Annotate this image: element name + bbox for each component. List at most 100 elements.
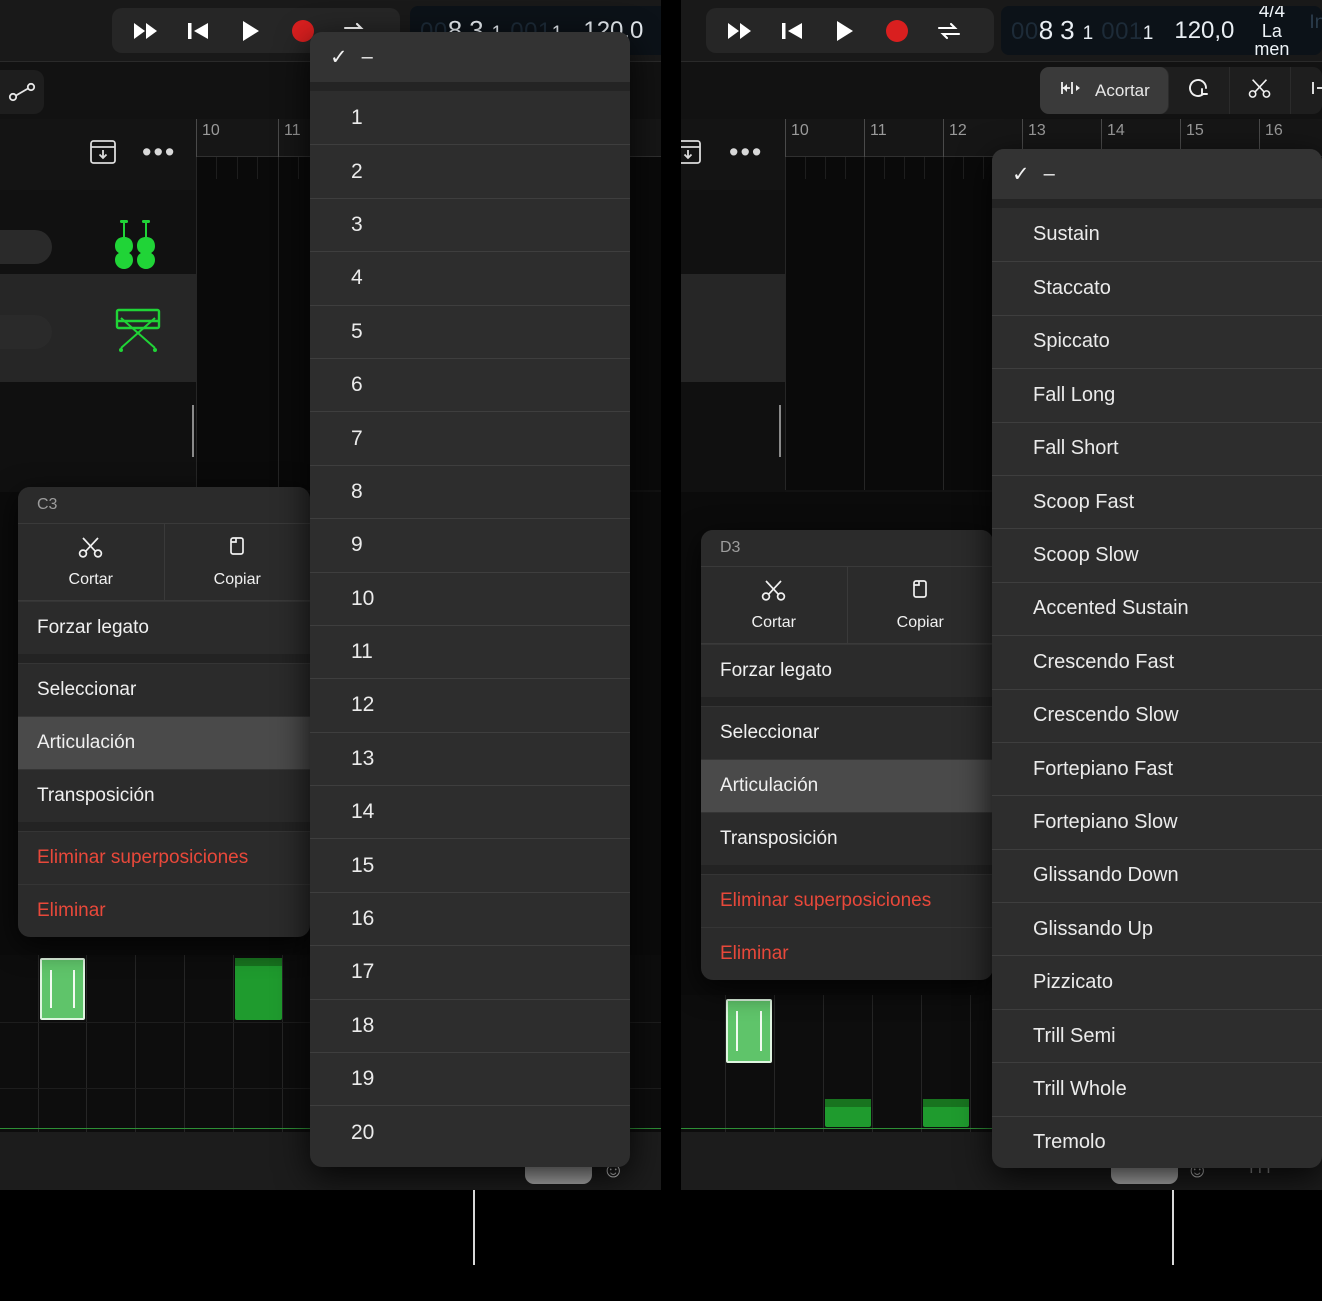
fast-forward-icon[interactable] <box>134 18 160 44</box>
note-block[interactable] <box>235 958 282 1020</box>
play-icon[interactable] <box>832 18 858 44</box>
track-toggle-keyboard[interactable] <box>0 315 52 349</box>
menu-item-eliminar[interactable]: Eliminar <box>18 884 310 937</box>
track-row-strings[interactable] <box>0 205 196 289</box>
loop-button[interactable] <box>1169 67 1230 114</box>
cut-button[interactable]: Cortar <box>18 524 165 600</box>
menu-item-articulacion[interactable]: Articulación <box>701 759 993 812</box>
copy-button[interactable]: Copiar <box>848 567 994 643</box>
left-track-header-bar: ••• <box>0 119 196 190</box>
more-ellipsis-icon[interactable]: ••• <box>142 139 176 166</box>
menu-item-eliminar-superposiciones[interactable]: Eliminar superposiciones <box>18 831 310 884</box>
menu-item-forzar-legato[interactable]: Forzar legato <box>701 644 993 697</box>
dropdown-item[interactable]: Spiccato <box>992 314 1322 368</box>
dropdown-item[interactable]: 2 <box>310 144 630 197</box>
articulation-name-dropdown[interactable]: ✓ – Sustain Staccato Spiccato Fall Long Fall… <box>992 149 1322 1168</box>
menu-separator-2 <box>701 865 993 874</box>
check-icon: ✓ <box>330 45 348 69</box>
play-icon[interactable] <box>238 18 264 44</box>
dropdown-item[interactable]: Scoop Fast <box>992 474 1322 528</box>
trim-button[interactable]: Acortar <box>1040 67 1169 114</box>
home-indicator-area <box>0 1190 1322 1301</box>
dropdown-item[interactable]: Fortepiano Fast <box>992 741 1322 795</box>
menu-item-eliminar[interactable]: Eliminar <box>701 927 993 980</box>
right-home-indicator <box>1172 1190 1174 1265</box>
dropdown-item[interactable]: 3 <box>310 197 630 251</box>
right-track-row-3 <box>681 382 785 492</box>
dropdown-item[interactable]: Crescendo Slow <box>992 688 1322 742</box>
join-button[interactable] <box>1291 67 1322 114</box>
dropdown-item[interactable]: 18 <box>310 998 630 1052</box>
lcd-dim-prefix: 00 <box>1011 18 1039 45</box>
menu-item-seleccionar[interactable]: Seleccionar <box>701 706 993 759</box>
download-box-icon[interactable] <box>681 137 703 172</box>
dropdown-item[interactable]: Accented Sustain <box>992 581 1322 635</box>
download-box-icon[interactable] <box>88 137 118 172</box>
menu-item-transposicion[interactable]: Transposición <box>701 812 993 865</box>
dropdown-item[interactable]: 19 <box>310 1052 630 1105</box>
dropdown-item[interactable]: 7 <box>310 411 630 464</box>
dropdown-item[interactable]: 20 <box>310 1105 630 1158</box>
left-context-menu[interactable]: C3 Cortar Copiar Forzar legato Seleccion… <box>18 487 310 937</box>
right-panel: 00 8 3 1 001 1 120,0 4/4 La men InSalid <box>681 0 1322 1190</box>
cycle-icon[interactable] <box>936 18 962 44</box>
track-toggle-strings[interactable] <box>0 230 52 264</box>
dropdown-item[interactable]: 17 <box>310 945 630 998</box>
note-selected[interactable] <box>726 999 772 1063</box>
right-lcd-display[interactable]: 00 8 3 1 001 1 120,0 4/4 La men InSalid <box>1001 6 1322 55</box>
ruler-bar-10: 10 <box>196 119 220 157</box>
menu-item-seleccionar[interactable]: Seleccionar <box>18 663 310 716</box>
lcd-tick: 1 <box>1142 23 1155 44</box>
dropdown-item[interactable]: Fortepiano Slow <box>992 795 1322 848</box>
dropdown-item[interactable]: 11 <box>310 624 630 678</box>
dropdown-item[interactable]: Fall Long <box>992 368 1322 421</box>
dropdown-item[interactable]: 10 <box>310 571 630 625</box>
dropdown-item[interactable]: Pizzicato <box>992 955 1322 1008</box>
automation-curve-icon[interactable] <box>0 70 44 114</box>
track-row-keyboard[interactable] <box>0 290 196 374</box>
dropdown-item[interactable]: 8 <box>310 464 630 518</box>
dropdown-item[interactable]: Glissando Down <box>992 848 1322 902</box>
scissors-icon <box>78 535 104 564</box>
note-block[interactable] <box>923 1099 969 1127</box>
menu-item-eliminar-superposiciones[interactable]: Eliminar superposiciones <box>701 874 993 927</box>
rewind-to-start-icon[interactable] <box>780 18 806 44</box>
cut-button[interactable]: Cortar <box>701 567 848 643</box>
dropdown-item[interactable]: Glissando Up <box>992 902 1322 955</box>
dropdown-item[interactable]: 13 <box>310 731 630 785</box>
dropdown-item[interactable]: 15 <box>310 838 630 891</box>
more-ellipsis-icon[interactable]: ••• <box>729 139 763 166</box>
dropdown-item[interactable]: 12 <box>310 678 630 731</box>
dropdown-item[interactable]: Sustain <box>992 208 1322 261</box>
rewind-to-start-icon[interactable] <box>186 18 212 44</box>
dropdown-item[interactable]: Tremolo <box>992 1115 1322 1168</box>
menu-item-transposicion[interactable]: Transposición <box>18 769 310 822</box>
note-selected[interactable] <box>40 958 85 1020</box>
dropdown-item[interactable]: Crescendo Fast <box>992 635 1322 688</box>
fast-forward-icon[interactable] <box>728 18 754 44</box>
dropdown-selected-row[interactable]: ✓ – <box>310 32 630 82</box>
menu-item-forzar-legato[interactable]: Forzar legato <box>18 601 310 654</box>
dropdown-item[interactable]: Staccato <box>992 261 1322 314</box>
dropdown-item[interactable]: 4 <box>310 251 630 304</box>
dropdown-item[interactable]: Trill Semi <box>992 1008 1322 1062</box>
note-block[interactable] <box>825 1099 871 1127</box>
dropdown-item[interactable]: Trill Whole <box>992 1062 1322 1115</box>
dropdown-selected-row[interactable]: ✓ – <box>992 149 1322 199</box>
right-context-menu[interactable]: D3 Cortar Copiar Forzar legato Seleccion… <box>701 530 993 980</box>
dropdown-item[interactable]: 16 <box>310 891 630 945</box>
record-icon[interactable] <box>884 18 910 44</box>
dropdown-item[interactable]: 1 <box>310 91 630 144</box>
lcd-div: 1 <box>1082 23 1095 44</box>
dropdown-item[interactable]: 5 <box>310 304 630 358</box>
copy-button[interactable]: Copiar <box>165 524 311 600</box>
split-button[interactable] <box>1230 67 1291 114</box>
dropdown-item[interactable]: Fall Short <box>992 421 1322 475</box>
menu-item-articulacion[interactable]: Articulación <box>18 716 310 769</box>
dropdown-item[interactable]: 6 <box>310 357 630 411</box>
dropdown-item[interactable]: 9 <box>310 518 630 571</box>
articulation-id-dropdown[interactable]: ✓ – 1 2 3 4 5 6 7 8 9 10 11 12 13 14 15 16 17 18 19 20 <box>310 32 630 1167</box>
dropdown-selected-label: – <box>1043 162 1055 185</box>
dropdown-item[interactable]: Scoop Slow <box>992 528 1322 581</box>
dropdown-item[interactable]: 14 <box>310 785 630 838</box>
